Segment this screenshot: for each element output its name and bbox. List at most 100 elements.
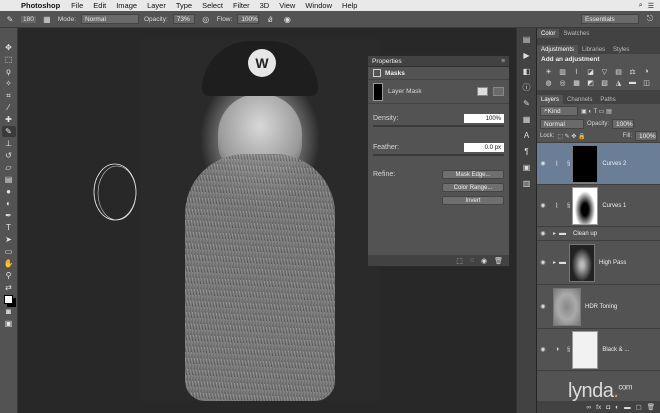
screen-mode-icon[interactable]: ▣ (2, 318, 16, 329)
pressure-opacity-icon[interactable]: ◎ (200, 13, 212, 25)
pixel-mask-icon[interactable] (477, 87, 488, 96)
properties-header[interactable]: Properties ≡ (368, 56, 509, 67)
photo-filter-icon[interactable]: ◍ (543, 79, 554, 87)
layer-mask-thumbnail[interactable] (572, 330, 599, 369)
quick-mask-icon[interactable]: ◙ (2, 306, 16, 317)
new-layer-icon[interactable]: ▢ (636, 403, 642, 411)
group-name[interactable]: High Pass (599, 260, 626, 266)
hand-tool-icon[interactable]: ✋ (2, 258, 16, 269)
menu-edit[interactable]: Edit (88, 1, 111, 10)
search-icon[interactable]: ⌕ (639, 2, 643, 10)
exposure-icon[interactable]: ◪ (585, 68, 596, 76)
vector-mask-icon[interactable] (493, 87, 504, 96)
brush-panel-icon[interactable]: ▦ (41, 13, 53, 25)
menu-filter[interactable]: Filter (228, 1, 255, 10)
brightness-icon[interactable]: ☀ (543, 68, 554, 76)
layer-mask-thumbnail[interactable] (572, 144, 599, 183)
layer-thumbnail[interactable] (553, 287, 581, 326)
link-icon[interactable]: § (567, 347, 570, 353)
layer-row[interactable]: ◉ ⌇ § Curves 1 (537, 185, 660, 227)
swap-colors-icon[interactable]: ⇄ (2, 282, 16, 293)
tab-color[interactable]: Color (537, 29, 560, 38)
visibility-eye-icon[interactable]: ◉ (537, 303, 549, 310)
tool-presets-icon[interactable]: ▣ (521, 162, 533, 173)
crop-tool-icon[interactable]: ⌗ (2, 90, 16, 101)
menu-layer[interactable]: Layer (142, 1, 171, 10)
new-adjustment-icon[interactable]: ◐ (615, 404, 619, 411)
path-select-tool-icon[interactable]: ➤ (2, 234, 16, 245)
disable-mask-icon[interactable]: ◉ (481, 257, 487, 265)
layer-name[interactable]: HDR Toning (585, 304, 617, 310)
color-balance-icon[interactable]: ⚖ (627, 68, 638, 76)
layer-mask-thumbnail[interactable] (572, 186, 599, 225)
marquee-tool-icon[interactable]: ⬚ (2, 54, 16, 65)
visibility-eye-icon[interactable]: ◉ (537, 202, 549, 209)
vibrance-icon[interactable]: ▽ (599, 68, 610, 76)
black-white-icon[interactable]: ◑ (641, 68, 652, 76)
tab-libraries[interactable]: Libraries (578, 45, 609, 54)
visibility-eye-icon[interactable]: ◉ (537, 259, 549, 266)
properties-icon[interactable]: ◧ (521, 66, 533, 77)
clone-stamp-tool-icon[interactable]: ⊥ (2, 138, 16, 149)
brush-size[interactable]: 180 (21, 15, 36, 23)
mask-edge-button[interactable]: Mask Edge... (442, 170, 504, 179)
delete-layer-icon[interactable]: 🗑 (647, 403, 655, 411)
opacity-field[interactable]: 73% (172, 14, 195, 24)
invert-adj-icon[interactable]: ◩ (585, 79, 596, 87)
flow-field[interactable]: 100% (237, 14, 260, 24)
curves-icon[interactable]: ⌇ (571, 68, 582, 76)
layer-name[interactable]: Curves 2 (602, 161, 626, 167)
eyedropper-tool-icon[interactable]: ⁄ (2, 102, 16, 113)
tab-layers[interactable]: Layers (537, 95, 564, 104)
move-tool-icon[interactable]: ✥ (2, 42, 16, 53)
share-icon[interactable]: ⎋ (644, 13, 656, 25)
menu-image[interactable]: Image (111, 1, 142, 10)
selective-color-icon[interactable]: ◫ (641, 79, 652, 87)
visibility-eye-icon[interactable]: ◉ (537, 346, 549, 353)
tab-paths[interactable]: Paths (596, 95, 619, 104)
eraser-tool-icon[interactable]: ▱ (2, 162, 16, 173)
layer-group-row[interactable]: ◉ ▸ ▬ High Pass (537, 241, 660, 285)
type-tool-icon[interactable]: T (2, 222, 16, 233)
menu-3d[interactable]: 3D (255, 1, 275, 10)
gradient-tool-icon[interactable]: ▤ (2, 174, 16, 185)
menu-select[interactable]: Select (197, 1, 228, 10)
invert-button[interactable]: Invert (442, 196, 504, 205)
apply-mask-icon[interactable]: ◌ (470, 257, 474, 264)
color-swatches[interactable] (2, 294, 16, 305)
blur-tool-icon[interactable]: ● (2, 186, 16, 197)
gradient-map-icon[interactable]: ▬ (627, 79, 638, 87)
history-brush-tool-icon[interactable]: ↺ (2, 150, 16, 161)
delete-mask-icon[interactable]: 🗑 (494, 257, 503, 265)
pressure-size-icon[interactable]: ◉ (281, 13, 293, 25)
shape-tool-icon[interactable]: ▭ (2, 246, 16, 257)
menu-window[interactable]: Window (300, 1, 337, 10)
character-icon[interactable]: A (521, 130, 533, 141)
visibility-eye-icon[interactable]: ◉ (537, 160, 549, 167)
channel-mixer-icon[interactable]: ◎ (557, 79, 568, 87)
new-group-icon[interactable]: ▬ (624, 404, 631, 411)
density-slider[interactable] (373, 125, 504, 127)
group-name[interactable]: Clean up (573, 231, 597, 237)
menu-help[interactable]: Help (337, 1, 362, 10)
feather-slider[interactable] (373, 154, 504, 156)
lasso-tool-icon[interactable]: ϙ (2, 66, 16, 77)
feather-field[interactable]: 0.0 px (464, 143, 504, 152)
levels-icon[interactable]: ▥ (557, 68, 568, 76)
menu-list-icon[interactable]: ☰ (648, 2, 654, 10)
layer-name[interactable]: Curves 1 (602, 203, 626, 209)
tab-swatches[interactable]: Swatches (559, 29, 593, 38)
pen-tool-icon[interactable]: ✒ (2, 210, 16, 221)
tab-channels[interactable]: Channels (563, 95, 596, 104)
actions-icon[interactable]: ▶ (521, 50, 533, 61)
quick-select-tool-icon[interactable]: ✧ (2, 78, 16, 89)
mode-select[interactable]: Normal (80, 14, 139, 24)
threshold-icon[interactable]: ◮ (613, 79, 624, 87)
dodge-tool-icon[interactable]: ◐ (2, 198, 16, 209)
blend-mode-select[interactable]: Normal (540, 119, 584, 129)
color-range-button[interactable]: Color Range... (442, 183, 504, 192)
paragraph-icon[interactable]: ¶ (521, 146, 533, 157)
link-icon[interactable]: § (567, 161, 570, 167)
fx-icon[interactable]: fx (596, 404, 601, 411)
brush-tool-icon[interactable]: ✎ (1, 126, 16, 137)
